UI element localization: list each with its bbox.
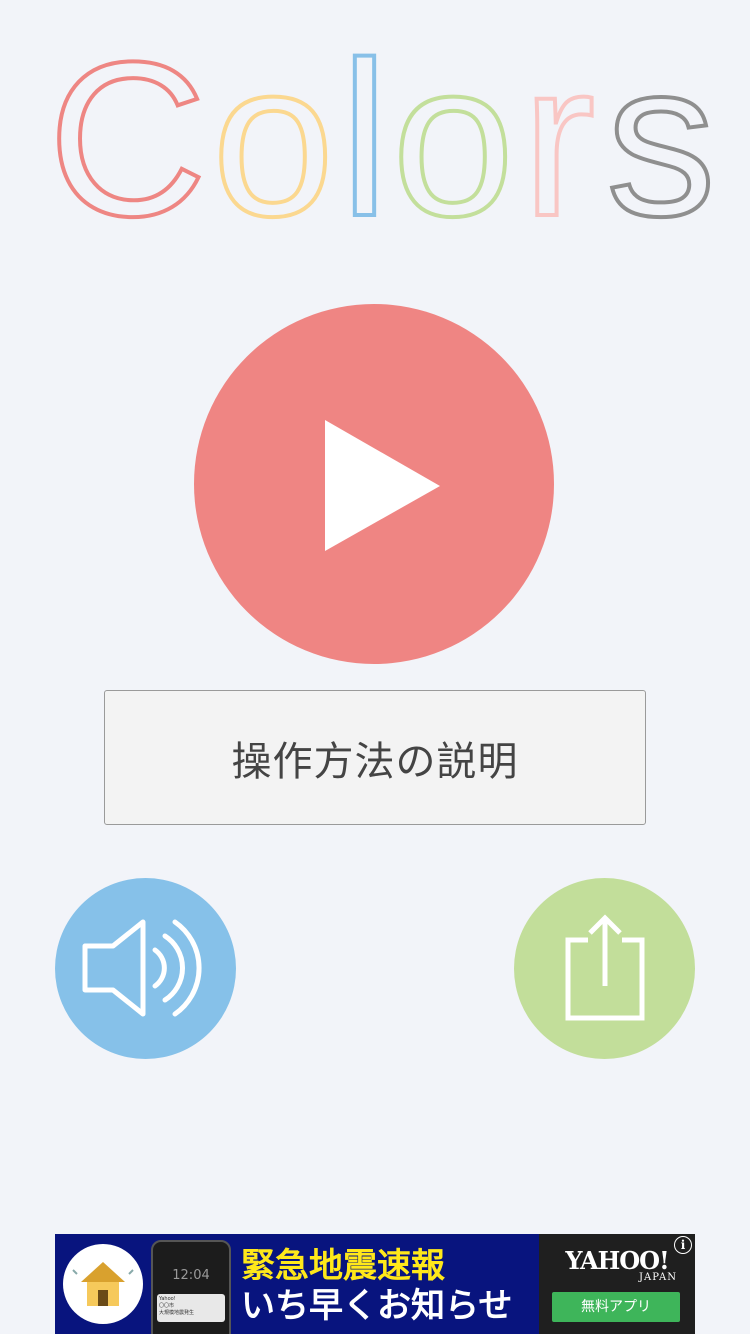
share-button[interactable] (514, 878, 695, 1059)
play-button[interactable] (194, 304, 554, 664)
phone-notification: Yahoo! 〇〇市 大規模地震発生 (157, 1294, 225, 1322)
app-logo: C o l o r s (46, 14, 718, 260)
howto-button[interactable]: 操作方法の説明 (104, 690, 646, 825)
ad-info-icon[interactable]: i (674, 1236, 692, 1254)
howto-button-label: 操作方法の説明 (231, 738, 519, 785)
ad-banner[interactable]: 12:04 Yahoo! 〇〇市 大規模地震発生 緊急地震速報 いち早くお知らせ… (55, 1234, 695, 1334)
logo-letter-o2: o (392, 16, 514, 260)
play-icon (325, 420, 440, 551)
house-icon (63, 1244, 143, 1324)
speaker-icon (82, 919, 202, 1017)
phone-time: 12:04 (172, 1268, 210, 1283)
logo-letter-r: r (522, 16, 595, 260)
ad-subline: いち早くお知らせ (241, 1286, 513, 1326)
logo-letter-l: l (340, 16, 389, 260)
sound-toggle-button[interactable] (55, 878, 236, 1059)
ad-brand: YAHOO! (565, 1246, 669, 1275)
phone-image: 12:04 Yahoo! 〇〇市 大規模地震発生 (151, 1240, 231, 1334)
share-icon (565, 914, 645, 1021)
logo-letter-c: C (48, 16, 207, 260)
ad-brand-panel: YAHOO! JAPAN 無料アプリ i (539, 1234, 695, 1334)
ad-cta-button[interactable]: 無料アプリ (552, 1292, 680, 1322)
logo-letter-o: o (212, 16, 334, 260)
ad-brand-sub: JAPAN (638, 1272, 677, 1283)
ad-headline: 緊急地震速報 (241, 1246, 445, 1286)
logo-letter-s: s (606, 16, 716, 260)
